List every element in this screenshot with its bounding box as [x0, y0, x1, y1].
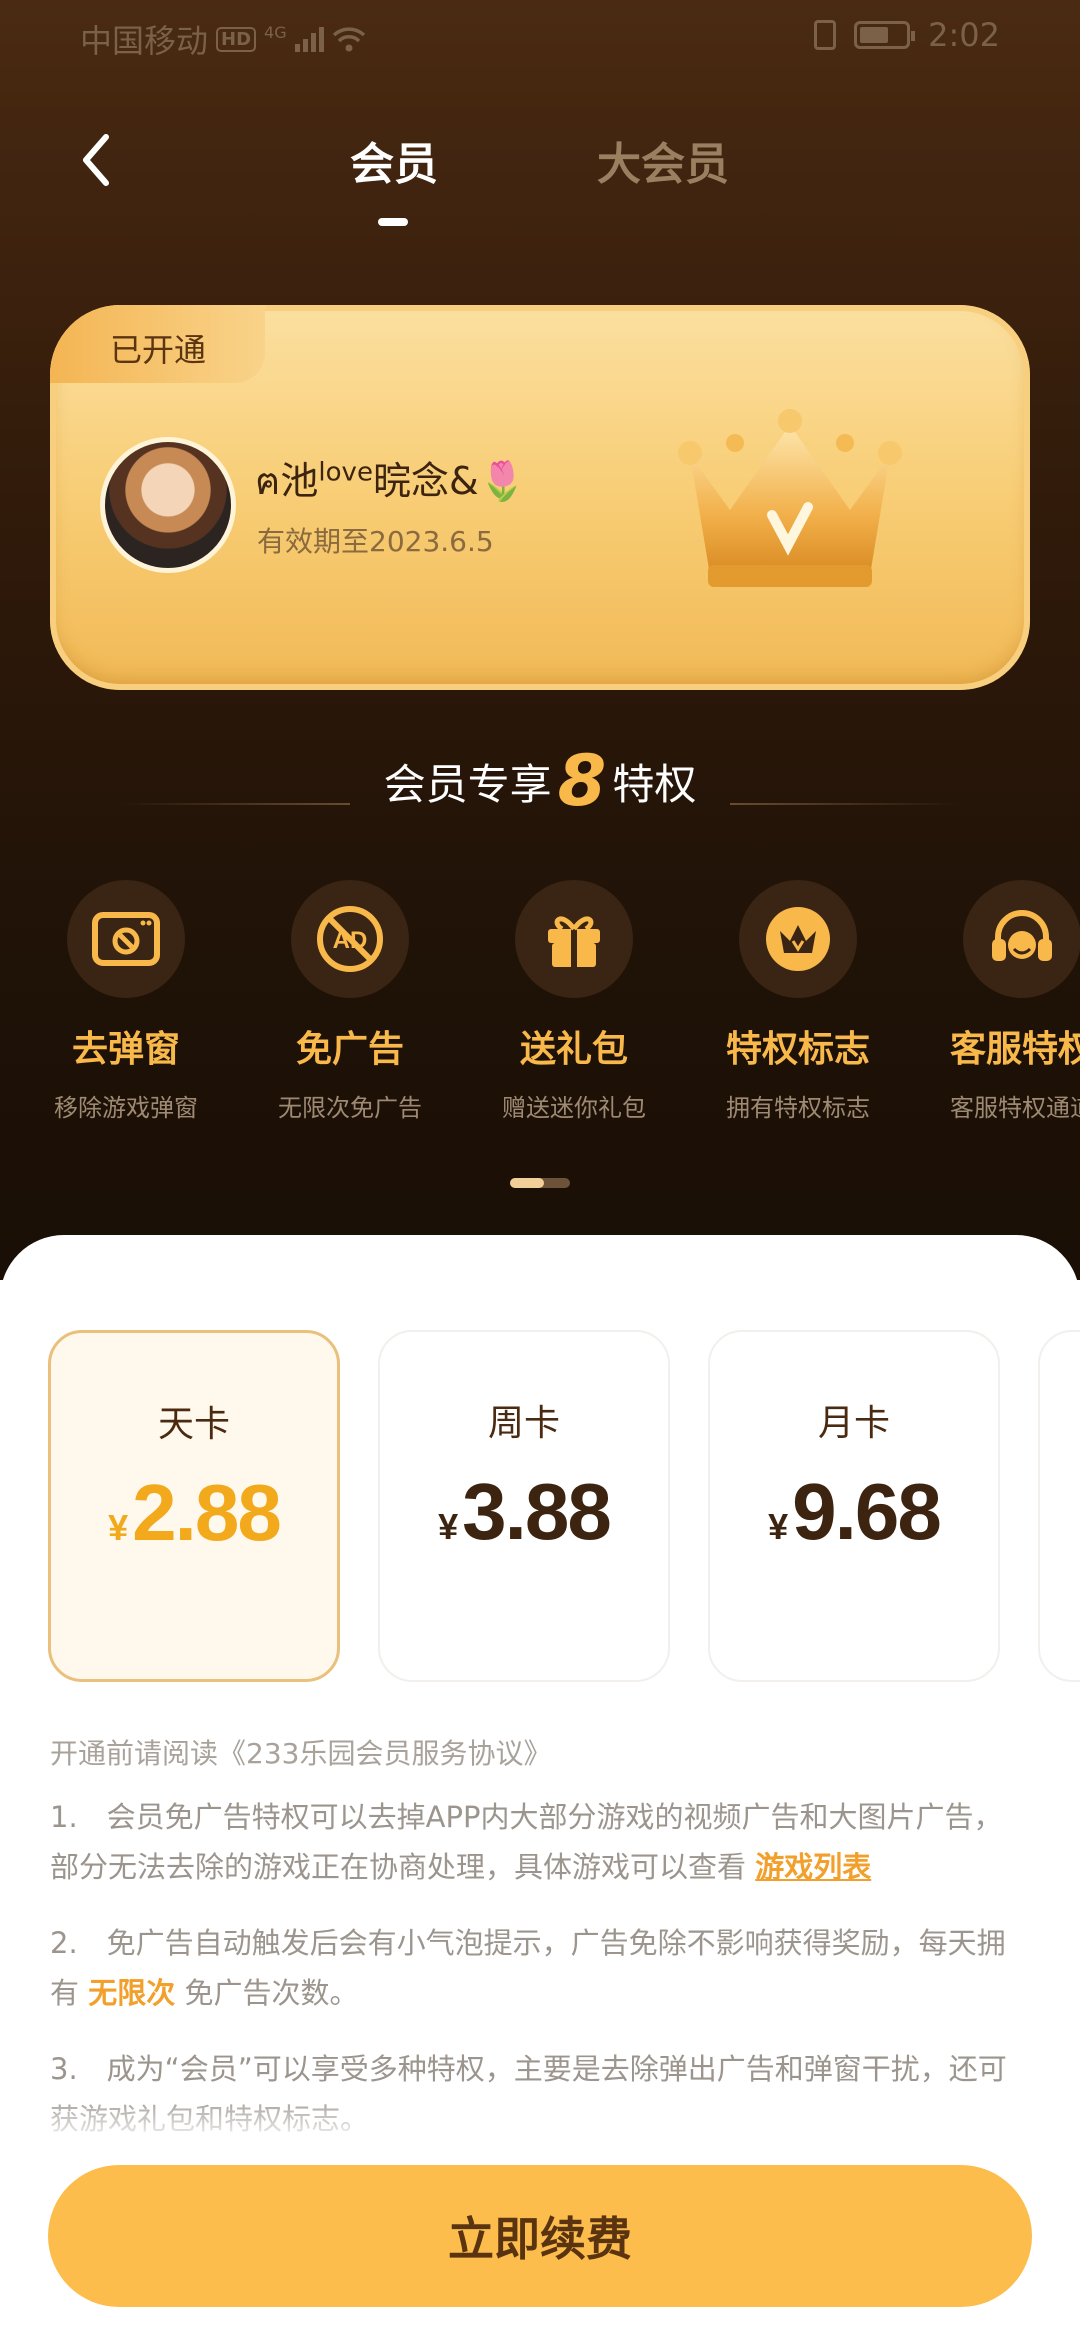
- popup-icon: [92, 912, 160, 966]
- privilege-item-popup[interactable]: 去弹窗 移除游戏弹窗: [16, 880, 236, 1123]
- privilege-desc: 拥有特权标志: [726, 1094, 870, 1122]
- tab-member[interactable]: 会员: [350, 128, 438, 192]
- privilege-name: 特权标志: [725, 1029, 870, 1070]
- note-1: 1. 会员免广告特权可以去掉APP内大部分游戏的视频广告和大图片广告，部分无法去…: [50, 1800, 1003, 1884]
- privilege-name: 客服特权: [949, 1029, 1080, 1070]
- privilege-desc: 移除游戏弹窗: [54, 1094, 198, 1122]
- tab-active-indicator: [378, 218, 408, 226]
- crown-badge-icon: [766, 907, 830, 971]
- no-ad-icon: AD: [317, 906, 383, 972]
- privilege-name: 去弹窗: [71, 1029, 180, 1070]
- svg-text:AD: AD: [333, 927, 368, 954]
- plan-price: ¥2.88: [108, 1468, 282, 1557]
- network-label: 4G: [264, 22, 287, 42]
- plan-name: 月卡: [817, 1403, 890, 1444]
- back-arrow-icon[interactable]: [70, 125, 130, 195]
- signal-icon: [294, 26, 324, 52]
- note-2: 2. 免广告自动触发后会有小气泡提示，广告免除不影响获得奖励，每天拥有 无限次 …: [50, 1926, 1006, 2010]
- clock: 2:02: [928, 16, 1000, 54]
- crown-icon: [678, 409, 902, 587]
- username: ฅ池love晥念&🌷: [255, 457, 526, 503]
- plan-week-card[interactable]: 周卡 ¥3.88: [378, 1330, 670, 1682]
- game-list-link[interactable]: 游戏列表: [755, 1850, 871, 1884]
- privilege-item-no-ad[interactable]: AD 免广告 无限次免广告: [240, 880, 460, 1123]
- service-agreement-link[interactable]: 开通前请阅读《233乐园会员服务协议》: [50, 1732, 551, 1772]
- avatar[interactable]: [100, 437, 236, 573]
- privilege-item-service[interactable]: 客服特权 客服特权通道: [912, 880, 1080, 1123]
- privileges-title: 会员专享8 特权: [383, 740, 697, 822]
- tab-big-member[interactable]: 大会员: [597, 128, 729, 192]
- gift-icon: [548, 916, 600, 967]
- carousel-page-indicator: [510, 1178, 570, 1188]
- privilege-name: 送礼包: [519, 1029, 628, 1070]
- privilege-desc: 客服特权通道: [950, 1094, 1080, 1122]
- privilege-name: 免广告: [295, 1029, 404, 1070]
- validity-date: 有效期至2023.6.5: [257, 525, 494, 558]
- activated-badge: 已开通: [50, 305, 265, 383]
- plan-day-card[interactable]: 天卡 ¥2.88: [48, 1330, 340, 1682]
- privilege-desc: 无限次免广告: [278, 1094, 422, 1122]
- wifi-icon: [332, 27, 365, 52]
- privilege-item-gift[interactable]: 送礼包 赠送迷你礼包: [464, 880, 684, 1123]
- headset-icon: [992, 910, 1052, 961]
- plan-price: ¥3.88: [438, 1467, 612, 1556]
- privilege-item-badge[interactable]: 特权标志 拥有特权标志: [688, 880, 908, 1123]
- plan-price: ¥9.68: [768, 1467, 942, 1556]
- carrier-label: 中国移动: [80, 22, 209, 60]
- privilege-desc: 赠送迷你礼包: [502, 1094, 646, 1122]
- plan-month-card[interactable]: 月卡 ¥9.68: [708, 1330, 1000, 1682]
- scroll-fade: [0, 2095, 1080, 2145]
- status-bar: 中国移动 HD 4G 2:02: [0, 0, 1080, 72]
- battery-icon: [854, 21, 916, 49]
- membership-card: 已开通 ฅ池love晥念&🌷 有效期至2023.6.5: [50, 305, 1030, 690]
- plan-next-card[interactable]: [1038, 1330, 1080, 1682]
- plan-name: 周卡: [487, 1403, 560, 1444]
- plan-name: 天卡: [157, 1404, 230, 1445]
- hd-badge: HD: [216, 26, 257, 52]
- vibrate-icon: [814, 20, 837, 50]
- renew-button[interactable]: 立即续费: [48, 2165, 1032, 2307]
